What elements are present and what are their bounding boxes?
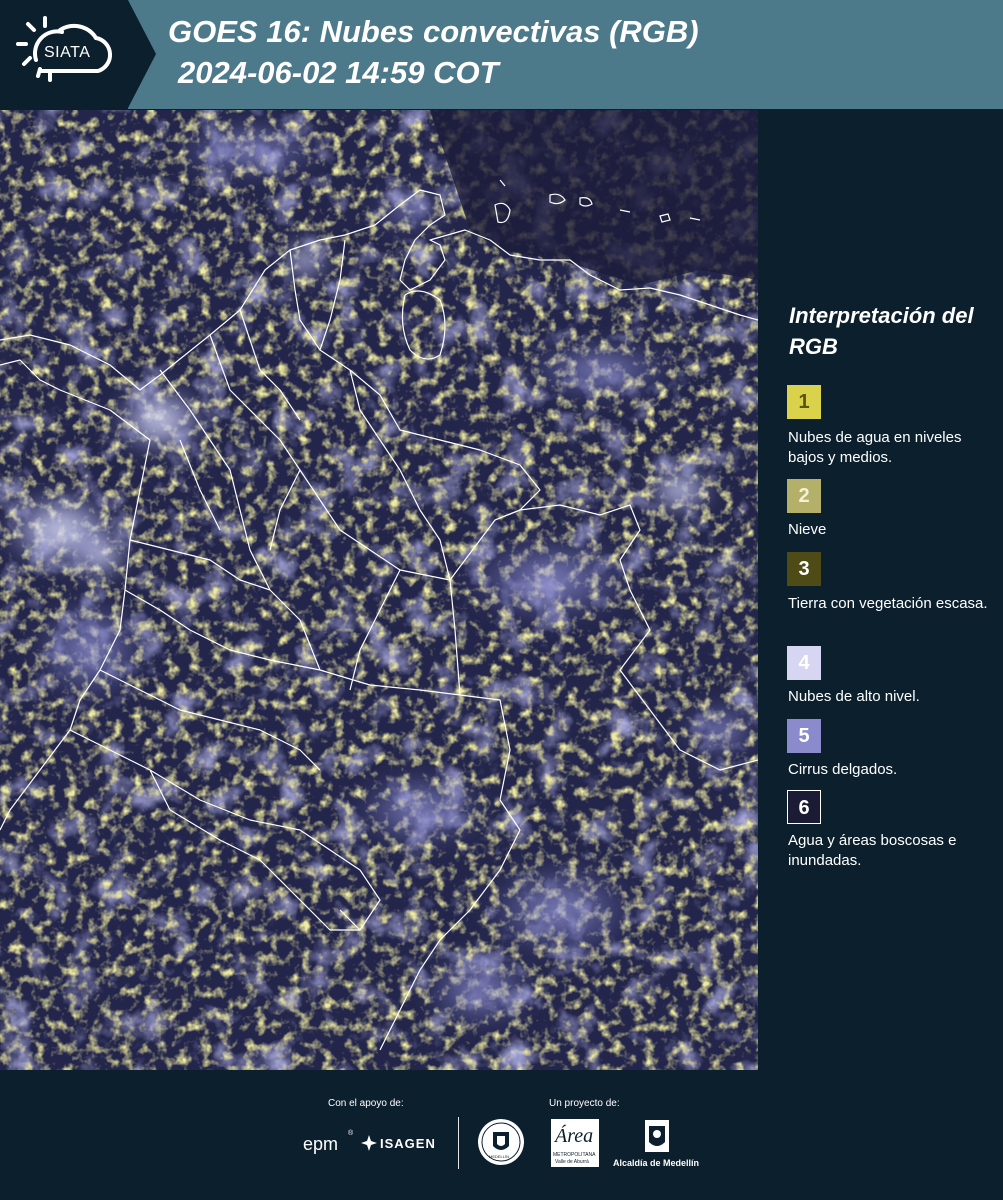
legend-swatch-4: 4 [787, 646, 821, 680]
legend-swatch-3: 3 [787, 552, 821, 586]
area-line1-text: METROPOLITANA [553, 1152, 596, 1158]
legend-swatch-5: 5 [787, 719, 821, 753]
legend-swatch-6: 6 [787, 790, 821, 824]
udem-seal-logo[interactable]: MEDELLÍN [477, 1118, 525, 1166]
project-label: Un proyecto de: [549, 1098, 620, 1109]
epm-logo[interactable]: epm [303, 1134, 338, 1155]
footer-divider [458, 1117, 459, 1169]
legend-label-3: Tierra con vegetación escasa. [788, 595, 988, 612]
page-title: GOES 16: Nubes convectivas (RGB) [168, 14, 699, 49]
isagen-text: ISAGEN [380, 1136, 436, 1151]
area-script-text: Área [555, 1125, 594, 1147]
legend-label-5: Cirrus delgados. [788, 761, 898, 778]
isagen-star-icon [361, 1135, 377, 1151]
footer: Con el apoyo de: Un proyecto de: epm ® I… [0, 1070, 1003, 1200]
registered-icon: ® [348, 1130, 354, 1137]
legend-label-4: Nubes de alto nivel. [788, 688, 920, 705]
area-line2-text: Valle de Aburrá [555, 1159, 589, 1165]
siata-logo[interactable]: SIATA [0, 0, 128, 109]
udem-seal-text: MEDELLÍN [489, 1154, 510, 1159]
legend-title: Interpretación del RGB [789, 303, 974, 359]
legend-label-2: Nieve [788, 521, 827, 538]
logo-arrow-shape [128, 0, 156, 108]
header-bar: SIATA GOES 16: Nubes convectivas (RGB) 2… [0, 0, 1003, 109]
satellite-image [0, 110, 758, 1070]
alcaldia-shield-icon [645, 1120, 669, 1152]
satellite-map[interactable] [0, 110, 758, 1070]
area-metropolitana-logo[interactable]: Área METROPOLITANA Valle de Aburrá [551, 1119, 599, 1167]
alcaldia-text: Alcaldía de Medellín [613, 1158, 700, 1168]
legend-panel: Interpretación del RGB 1 Nubes de agua e… [758, 110, 1003, 1070]
legend-swatch-2: 2 [787, 479, 821, 513]
legend-label-6: Agua y áreas boscosas e inundadas. [788, 832, 957, 869]
legend-label-1: Nubes de agua en niveles bajos y medios. [788, 429, 962, 466]
support-label: Con el apoyo de: [328, 1098, 404, 1109]
alcaldia-logo[interactable]: Alcaldía de Medellín [613, 1118, 703, 1170]
legend-swatch-1: 1 [787, 385, 821, 419]
siata-logo-text: SIATA [44, 44, 91, 61]
timestamp: 2024-06-02 14:59 COT [178, 55, 499, 90]
